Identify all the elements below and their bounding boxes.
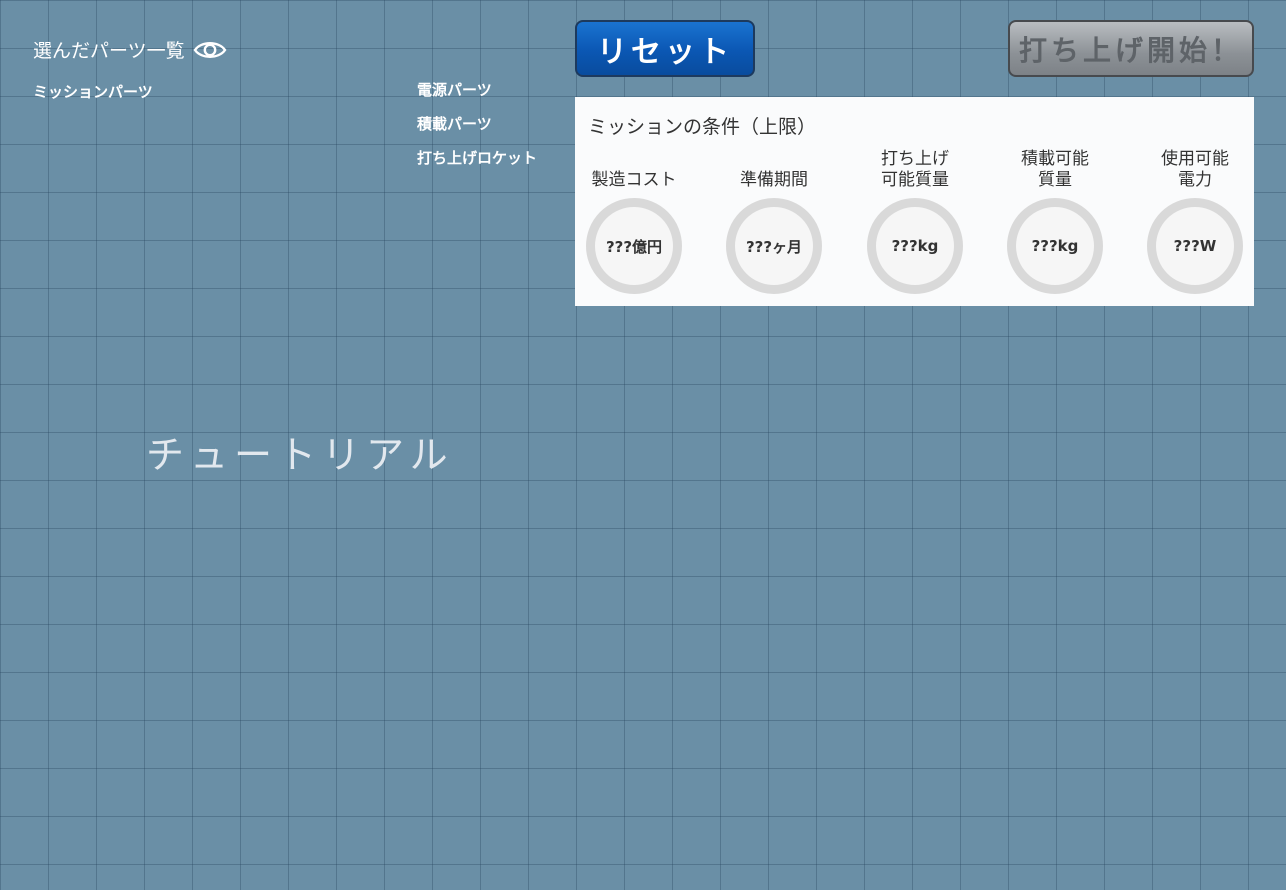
eye-icon[interactable] <box>193 38 227 62</box>
launch-start-button[interactable]: 打ち上げ開始！ <box>1008 20 1254 77</box>
metric-gauge: ???kg <box>1007 198 1103 294</box>
metric-gauge: ???ヶ月 <box>726 198 822 294</box>
reset-button[interactable]: リセット <box>575 20 755 77</box>
selected-parts-title: 選んだパーツ一覧 <box>33 40 185 62</box>
metric-label: 打ち上げ 可能質量 <box>881 149 949 190</box>
mission-parts-category: ミッションパーツ <box>33 83 153 101</box>
power-parts-category: 電源パーツ <box>417 81 492 99</box>
launch-rocket-category: 打ち上げロケット <box>417 149 538 167</box>
metric-gauge: ???億円 <box>586 198 682 294</box>
metric-gauge: ???kg <box>867 198 963 294</box>
payload-parts-category: 積載パーツ <box>417 115 492 133</box>
metric-label: 使用可能 電力 <box>1161 149 1229 190</box>
conditions-title: ミッションの条件（上限） <box>588 116 817 138</box>
metric-label: 積載可能 質量 <box>1021 149 1089 190</box>
metric-label: 準備期間 <box>740 170 808 190</box>
parts-category-list: 電源パーツ 積載パーツ 打ち上げロケット <box>417 81 537 183</box>
metric-gauge: ???W <box>1147 198 1243 294</box>
metric-label: 製造コスト <box>591 170 677 190</box>
mission-conditions-panel: ミッションの条件（上限） 製造コスト ???億円 準備期間 ???ヶ月 打ち上げ… <box>575 97 1254 306</box>
selected-parts-header[interactable]: 選んだパーツ一覧 <box>33 36 227 63</box>
tutorial-label[interactable]: チュートリアル <box>146 424 454 479</box>
